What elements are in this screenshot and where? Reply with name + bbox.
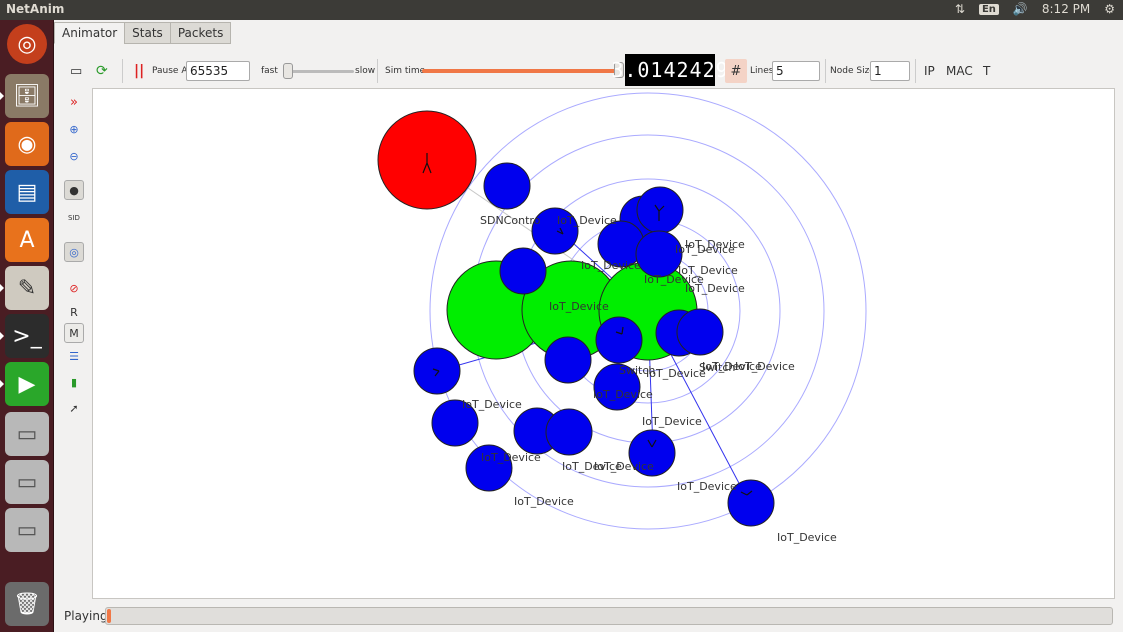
status-bar: Playing [54, 599, 1123, 632]
sim-time-display: 3.0142429 [611, 54, 728, 86]
wireless-circles-icon[interactable]: ◎ [64, 242, 84, 262]
iot-device-node[interactable] [499, 247, 547, 295]
ip-toggle-button[interactable]: IP [924, 53, 935, 89]
system-top-bar: NetAnim ⇅ En 🔊 8:12 PM ⚙ [0, 0, 1123, 20]
tab-bar: Animator Stats Packets [54, 22, 232, 44]
iot-device-label: IoT_Device [593, 388, 653, 401]
terminal-icon[interactable]: >_ [0, 314, 49, 358]
settings-gear-icon[interactable]: ⚙ [1104, 2, 1115, 16]
list-icon[interactable]: ☰ [64, 346, 84, 366]
iot-device-label: IoT_Device [735, 360, 795, 373]
drive-icon[interactable]: ▭ [5, 460, 49, 504]
keyboard-layout-indicator[interactable]: En [978, 3, 999, 15]
writer-icon[interactable]: ▤ [5, 170, 49, 214]
iot-device-label: IoT_Device [514, 495, 574, 508]
text-editor-icon[interactable]: ✎ [0, 266, 49, 310]
iot-device-node[interactable] [545, 408, 593, 456]
software-center-icon[interactable]: A [5, 218, 49, 262]
sim-time-slider-track[interactable] [422, 69, 618, 73]
animation-canvas[interactable]: SDNContro IoT_Device IoT_Device IoT_Devi… [92, 88, 1115, 599]
tab-packets[interactable]: Packets [169, 22, 232, 44]
toolbar-separator [825, 59, 826, 83]
iot-device-label: IoT_Device [642, 415, 702, 428]
iot-device-node[interactable] [544, 336, 592, 384]
simulation-progress-bar [105, 607, 1113, 625]
toolbar-separator [122, 59, 123, 83]
system-tray: ⇅ En 🔊 8:12 PM ⚙ [955, 2, 1115, 16]
network-icon[interactable]: ⇅ [955, 2, 965, 16]
t-toggle-button[interactable]: T [983, 53, 990, 89]
iot-device-label: IoT_Device [549, 300, 609, 313]
no-entry-icon[interactable]: ⊘ [64, 278, 84, 298]
speed-slider-track[interactable] [284, 70, 354, 73]
files-icon[interactable]: 🗄 [0, 74, 49, 118]
zoom-out-icon[interactable]: ⊖ [64, 146, 84, 166]
pause-icon[interactable]: || [134, 53, 144, 89]
iot-device-label: IoT_Device [677, 480, 737, 493]
lines-label: Lines [750, 66, 774, 76]
tab-animator[interactable]: Animator [54, 22, 126, 44]
background-toggle-icon[interactable]: ● [64, 180, 84, 200]
ubuntu-dash-icon[interactable]: ◎ [7, 24, 47, 64]
toolbar-separator [915, 59, 916, 83]
r-button[interactable]: R [64, 302, 84, 322]
topology-view: SDNContro IoT_Device IoT_Device IoT_Devi… [377, 92, 867, 544]
iot-device-label: IoT_Device [581, 259, 641, 272]
battery-icon[interactable]: ▮ [64, 372, 84, 392]
trash-icon[interactable]: 🗑 [5, 582, 49, 626]
iot-device-label: IoT_Device [646, 367, 706, 380]
iot-device-node[interactable] [483, 162, 531, 210]
iot-device-label: IoT_Device [685, 282, 745, 295]
ssid-icon[interactable]: SID [64, 208, 84, 228]
iot-device-node[interactable] [413, 347, 461, 395]
m-button[interactable]: M [64, 323, 84, 343]
drive-icon[interactable]: ▭ [5, 508, 49, 552]
netanim-window: Animator Stats Packets ▭ ⟳ || Pause At 6… [54, 20, 1123, 632]
slow-label: slow [355, 66, 376, 76]
iot-device-label: IoT_Device [557, 214, 617, 227]
toolbar-separator [377, 59, 378, 83]
netanim-icon[interactable]: ▶ [0, 362, 49, 406]
node-size-label: Node Size [830, 66, 875, 76]
grid-lines-toggle-icon[interactable]: # [725, 59, 747, 83]
simulation-progress-fill [107, 609, 111, 623]
iot-device-node[interactable] [595, 316, 643, 364]
iot-device-node[interactable] [676, 308, 724, 356]
volume-icon[interactable]: 🔊 [1013, 2, 1028, 16]
window-title: NetAnim [6, 2, 65, 16]
fast-label: fast [261, 66, 278, 76]
lines-spinbox[interactable]: 5 [772, 61, 820, 81]
playing-status-label: Playing [64, 609, 108, 623]
chevron-right-icon[interactable]: » [64, 92, 84, 112]
iot-device-label: IoT_Device [481, 451, 541, 464]
iot-device-label: IoT_Device [675, 243, 735, 256]
drive-icon[interactable]: ▭ [5, 412, 49, 456]
unity-launcher: ◎ 🗄 ◉ ▤ A ✎ >_ ▶ ▭ ▭ ▭ 🗑 [0, 20, 54, 632]
sim-time-label: Sim time [385, 66, 426, 76]
iot-device-label: IoT_Device [594, 460, 654, 473]
reload-icon[interactable]: ⟳ [96, 53, 108, 89]
animator-toolbar: ▭ ⟳ || Pause At 65535 fast slow Sim time… [54, 53, 1123, 89]
pointer-coordinates-icon[interactable]: ➚ [64, 398, 84, 418]
firefox-icon[interactable]: ◉ [5, 122, 49, 166]
speed-slider-handle[interactable] [283, 63, 293, 79]
zoom-in-icon[interactable]: ⊕ [64, 119, 84, 139]
node-size-combobox[interactable]: 1 [870, 61, 910, 81]
iot-device-label: IoT_Device [462, 398, 522, 411]
tab-stats[interactable]: Stats [124, 22, 171, 44]
sdn-controller-label: SDNContro [480, 214, 541, 227]
iot-device-label: IoT_Device [777, 531, 837, 544]
pause-at-input[interactable]: 65535 [186, 61, 250, 81]
clock[interactable]: 8:12 PM [1042, 2, 1090, 16]
open-file-icon[interactable]: ▭ [70, 53, 82, 89]
mac-toggle-button[interactable]: MAC [946, 53, 973, 89]
